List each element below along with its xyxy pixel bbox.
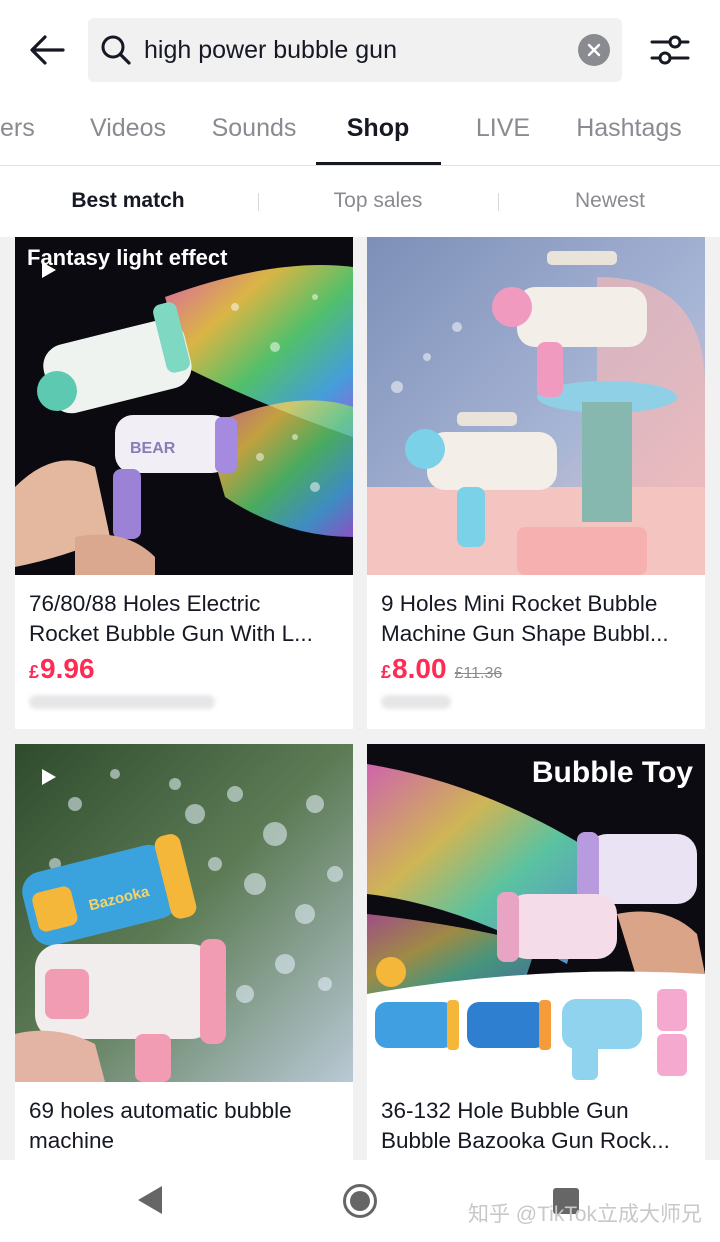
image-caption: Bubble Toy [531, 756, 693, 789]
home-circle-icon [350, 1191, 370, 1211]
product-image [367, 237, 705, 575]
clear-icon [587, 43, 601, 57]
search-box[interactable] [88, 18, 622, 82]
filter-button[interactable] [648, 30, 692, 70]
sort-best-match[interactable]: Best match [28, 189, 228, 213]
search-input[interactable] [144, 18, 564, 82]
system-navigation-bar: 知乎 @TikTok立成大师兄 [0, 1160, 720, 1242]
watermark: 知乎 @TikTok立成大师兄 [467, 1203, 702, 1226]
sales-info-blurred [381, 695, 451, 709]
product-image: Bubble Toy [367, 744, 705, 1082]
price-row: £ 8.00 £11.36 [381, 653, 502, 687]
nav-home-button[interactable] [343, 1184, 377, 1218]
product-image: Bazooka [15, 744, 353, 1082]
product-title-line: Rocket Bubble Gun With L... [29, 621, 313, 646]
price-currency: £ [29, 662, 40, 682]
active-tab-indicator [316, 162, 441, 165]
product-title-line: 36-132 Hole Bubble Gun [381, 1098, 629, 1123]
product-price: 8.00 [392, 653, 447, 684]
sort-top-sales[interactable]: Top sales [278, 189, 478, 213]
sales-info-blurred [29, 695, 215, 709]
tab-hashtags[interactable]: Hashtags [566, 114, 692, 166]
back-button[interactable] [20, 28, 74, 72]
product-title-line: 9 Holes Mini Rocket Bubble [381, 591, 658, 616]
product-title: 76/80/88 Holes Electric Rocket Bubble Gu… [29, 589, 343, 649]
product-title: 9 Holes Mini Rocket Bubble Machine Gun S… [381, 589, 695, 649]
clear-search-button[interactable] [578, 34, 610, 66]
image-caption: Fantasy light effect [27, 245, 228, 270]
product-price: 9.96 [40, 653, 95, 684]
product-card[interactable]: 9 Holes Mini Rocket Bubble Machine Gun S… [367, 237, 705, 729]
sort-bar: Best match Top sales Newest [0, 167, 720, 237]
product-title-line: 69 holes automatic bubble [29, 1098, 292, 1123]
search-icon [101, 35, 131, 65]
price-currency: £ [381, 662, 392, 682]
product-grid: BEAR Fantasy light effect 76/80/88 Holes… [0, 237, 720, 1160]
tab-live[interactable]: LIVE [458, 114, 548, 166]
image-word: BEAR [130, 440, 176, 457]
product-image: BEAR Fantasy light effect [15, 237, 353, 575]
product-card[interactable]: Bazooka 69 holes automatic bubble machin… [15, 744, 353, 1160]
product-title-line: machine [29, 1128, 115, 1153]
nav-back-icon[interactable] [136, 1184, 164, 1216]
tab-shop[interactable]: Shop [328, 114, 428, 166]
search-header [0, 0, 720, 100]
product-card[interactable]: BEAR Fantasy light effect 76/80/88 Holes… [15, 237, 353, 729]
search-tabs: ers Videos Sounds Shop LIVE Hashtags [0, 100, 720, 166]
product-title-line: Bubble Bazooka Gun Rock... [381, 1128, 670, 1153]
price-row: £ 9.96 [29, 653, 95, 687]
product-title: 69 holes automatic bubble machine [29, 1096, 343, 1156]
play-icon [42, 769, 56, 785]
product-title: 36-132 Hole Bubble Gun Bubble Bazooka Gu… [381, 1096, 695, 1156]
sort-divider [258, 193, 259, 211]
tab-users[interactable]: ers [0, 114, 36, 166]
tab-videos[interactable]: Videos [78, 114, 178, 166]
tab-sounds[interactable]: Sounds [198, 114, 310, 166]
product-title-line: 76/80/88 Holes Electric [29, 591, 261, 616]
sort-divider [498, 193, 499, 211]
original-price: £11.36 [454, 665, 503, 682]
back-arrow-icon [30, 35, 65, 65]
product-title-line: Machine Gun Shape Bubbl... [381, 621, 669, 646]
sort-newest[interactable]: Newest [510, 189, 710, 213]
product-card[interactable]: Bubble Toy 36-132 Hole Bubble Gun Bubble… [367, 744, 705, 1160]
filter-sliders-icon [650, 35, 690, 65]
